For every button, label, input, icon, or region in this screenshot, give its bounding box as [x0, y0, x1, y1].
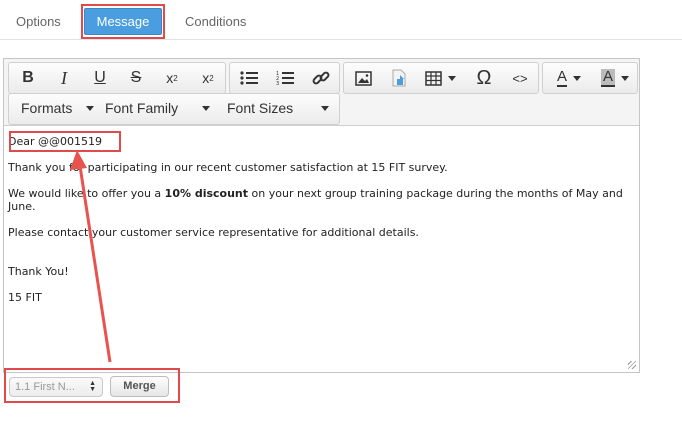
tab-bar: Options Message Conditions — [0, 0, 682, 40]
paragraph-thanks: Thank you for participating in our recen… — [8, 161, 448, 174]
merge-button[interactable]: Merge — [110, 376, 169, 397]
bold-icon[interactable]: B — [10, 63, 46, 93]
rich-text-editor: B I U S x2 x2 123 Ω <> A A Formats Font … — [3, 58, 640, 373]
tab-message[interactable]: Message — [84, 8, 162, 35]
font-family-dropdown[interactable]: Font Family — [105, 100, 211, 116]
subscript-icon[interactable]: x2 — [190, 63, 226, 93]
chevron-down-icon — [86, 105, 95, 111]
offer-text-start: We would like to offer you a — [8, 187, 165, 200]
font-family-label: Font Family — [105, 100, 179, 116]
select-arrows-icon: ▲ ▼ — [89, 380, 96, 393]
resize-handle[interactable] — [628, 361, 636, 369]
greeting-line: Dear @@001519 — [8, 135, 102, 148]
closing-line: Thank You! — [8, 265, 69, 278]
formats-label: Formats — [21, 100, 73, 116]
tab-conditions[interactable]: Conditions — [185, 10, 246, 34]
merge-field-value: 1.1 First N... — [15, 381, 75, 393]
superscript-icon[interactable]: x2 — [154, 63, 190, 93]
insert-group: Ω <> — [343, 62, 539, 94]
chevron-down-icon — [321, 105, 330, 111]
table-icon[interactable] — [417, 63, 463, 93]
background-color-icon[interactable]: A — [593, 63, 637, 93]
editor-toolbar: B I U S x2 x2 123 Ω <> A A Formats Font … — [4, 59, 639, 126]
underline-icon[interactable]: U — [82, 63, 118, 93]
formats-dropdown[interactable]: Formats — [21, 100, 95, 116]
list-link-group: 123 — [229, 62, 340, 94]
signature-line: 15 FIT — [8, 291, 42, 304]
strikethrough-icon[interactable]: S — [118, 63, 154, 93]
paragraph-offer: We would like to offer you a 10% discoun… — [8, 187, 628, 213]
color-group: A A — [542, 62, 638, 94]
text-color-icon[interactable]: A — [547, 63, 591, 93]
offer-discount: 10% discount — [164, 187, 249, 200]
insert-file-icon[interactable] — [381, 63, 417, 93]
format-dropdowns-group: Formats Font Family Font Sizes — [8, 93, 340, 125]
font-sizes-dropdown[interactable]: Font Sizes — [227, 100, 330, 116]
svg-text:3: 3 — [276, 81, 279, 86]
numbered-list-icon[interactable]: 123 — [267, 63, 303, 93]
font-sizes-label: Font Sizes — [227, 100, 294, 116]
omega-icon[interactable]: Ω — [466, 63, 502, 93]
paragraph-contact: Please contact your customer service rep… — [8, 226, 419, 239]
text-style-group: B I U S x2 x2 — [8, 62, 226, 94]
chevron-down-icon — [202, 105, 211, 111]
bullet-list-icon[interactable] — [231, 63, 267, 93]
image-icon[interactable] — [345, 63, 381, 93]
tab-options[interactable]: Options — [16, 10, 61, 34]
code-icon[interactable]: <> — [502, 63, 538, 93]
italic-icon[interactable]: I — [46, 63, 82, 93]
merge-field-select[interactable]: 1.1 First N... ▲ ▼ — [9, 377, 103, 397]
link-icon[interactable] — [303, 63, 339, 93]
